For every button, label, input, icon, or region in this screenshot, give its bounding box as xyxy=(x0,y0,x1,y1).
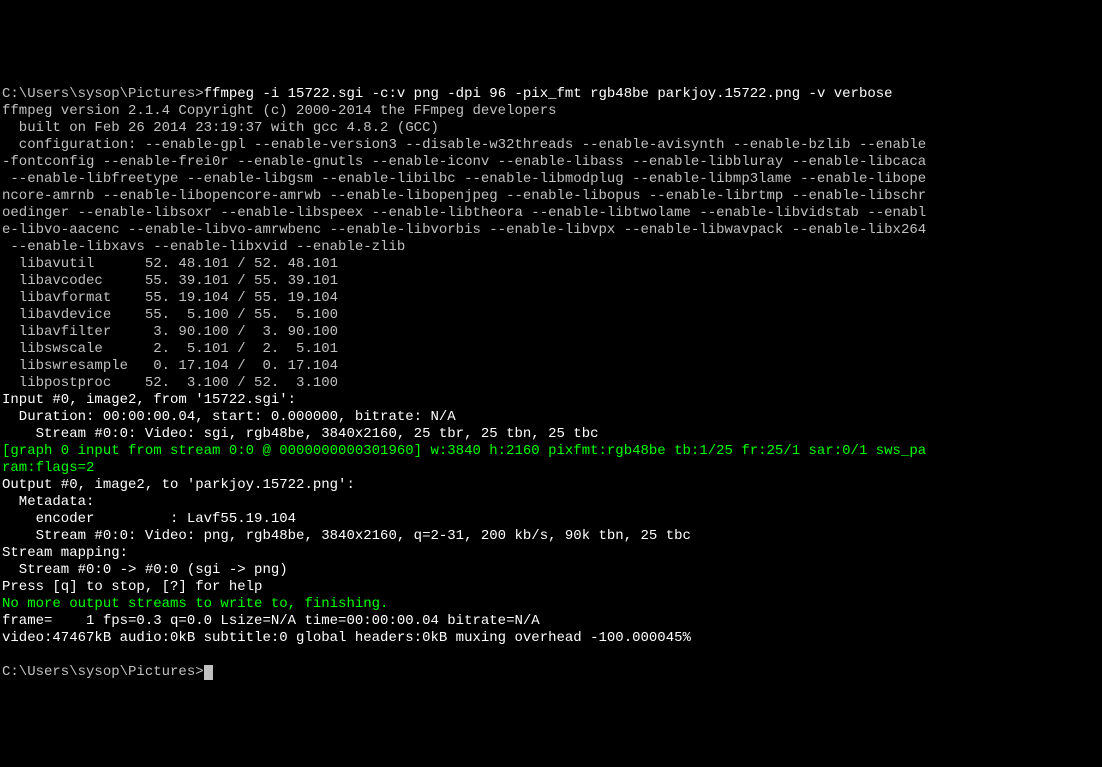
lib-version: libswresample 0. 17.104 / 0. 17.104 xyxy=(2,358,338,374)
finishing-message: No more output streams to write to, fini… xyxy=(2,596,388,612)
prompt-path: C:\Users\sysop\Pictures> xyxy=(2,86,204,102)
ffmpeg-banner: ffmpeg version 2.1.4 Copyright (c) 2000-… xyxy=(2,103,557,119)
press-help: Press [q] to stop, [?] for help xyxy=(2,579,262,595)
lib-version: libavfilter 3. 90.100 / 3. 90.100 xyxy=(2,324,338,340)
graph-info: [graph 0 input from stream 0:0 @ 0000000… xyxy=(2,443,926,476)
input-header: Input #0, image2, from '15722.sgi': xyxy=(2,392,296,408)
stream-mapping-header: Stream mapping: xyxy=(2,545,128,561)
frame-progress: frame= 1 fps=0.3 q=0.0 Lsize=N/A time=00… xyxy=(2,613,540,629)
input-duration: Duration: 00:00:00.04, start: 0.000000, … xyxy=(2,409,456,425)
terminal-window[interactable]: C:\Users\sysop\Pictures>ffmpeg -i 15722.… xyxy=(0,68,1102,682)
input-stream: Stream #0:0: Video: sgi, rgb48be, 3840x2… xyxy=(2,426,599,442)
cursor xyxy=(204,665,213,680)
encoder-line: encoder : Lavf55.19.104 xyxy=(2,511,296,527)
output-header: Output #0, image2, to 'parkjoy.15722.png… xyxy=(2,477,355,493)
lib-version: libavutil 52. 48.101 / 52. 48.101 xyxy=(2,256,338,272)
lib-version: libavcodec 55. 39.101 / 55. 39.101 xyxy=(2,273,338,289)
lib-version: libavdevice 55. 5.100 / 55. 5.100 xyxy=(2,307,338,323)
lib-version: libavformat 55. 19.104 / 55. 19.104 xyxy=(2,290,338,306)
build-info: built on Feb 26 2014 23:19:37 with gcc 4… xyxy=(2,120,439,136)
metadata-label: Metadata: xyxy=(2,494,94,510)
configuration-line: configuration: --enable-gpl --enable-ver… xyxy=(2,137,926,255)
lib-version: libpostproc 52. 3.100 / 52. 3.100 xyxy=(2,375,338,391)
mapping-line: Stream #0:0 -> #0:0 (sgi -> png) xyxy=(2,562,288,578)
video-summary: video:47467kB audio:0kB subtitle:0 globa… xyxy=(2,630,691,646)
command-text: ffmpeg -i 15722.sgi -c:v png -dpi 96 -pi… xyxy=(204,86,893,102)
output-stream: Stream #0:0: Video: png, rgb48be, 3840x2… xyxy=(2,528,691,544)
lib-version: libswscale 2. 5.101 / 2. 5.101 xyxy=(2,341,338,357)
prompt-path: C:\Users\sysop\Pictures> xyxy=(2,664,204,680)
